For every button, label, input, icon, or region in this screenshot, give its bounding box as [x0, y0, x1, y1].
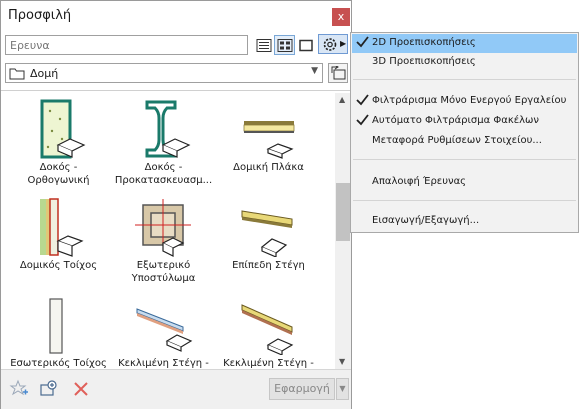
item-label: Επίπεδη Στέγη	[232, 260, 305, 271]
item-label: Δοκός - Ορθογωνική	[27, 162, 90, 186]
item-label: Δομικός Τοίχος	[19, 260, 98, 271]
scroll-down-icon[interactable]: ▼	[339, 357, 345, 366]
favorites-panel: Προσφιλή x Δομή ▼	[0, 0, 352, 409]
list-view-button[interactable]	[253, 35, 274, 55]
folder-select[interactable]: Δομή ▼	[5, 63, 323, 83]
menu-item-label: 2D Προεπισκοπήσεις	[372, 37, 476, 48]
folder-label: Δομή	[30, 67, 59, 80]
favorite-item[interactable]: Εξωτερικό Υποστύλωμα	[111, 191, 216, 289]
search-input[interactable]	[5, 35, 248, 55]
folder-up-button[interactable]	[328, 63, 348, 83]
menu-item-3d-previews[interactable]: 3D Προεπισκοπήσεις	[352, 53, 577, 72]
sloped-roof-tile-icon	[241, 304, 294, 355]
menu-item-auto-filter-folders[interactable]: Αυτόματο Φιλτράρισμα Φακέλων	[352, 112, 577, 131]
apply-dropdown-icon[interactable]: ▼	[336, 378, 349, 400]
structural-slab-icon	[243, 121, 295, 159]
menu-separator	[353, 200, 576, 201]
settings-menu-button[interactable]: ▶	[318, 34, 348, 54]
new-folder-icon[interactable]	[39, 379, 59, 399]
favorite-item[interactable]: Κεκλιμένη Στέγη - Μεταλλική	[111, 289, 216, 369]
checkmark-icon	[356, 94, 369, 106]
preview-view-button[interactable]	[295, 35, 316, 55]
apply-button[interactable]: Εφαρμογή	[269, 378, 335, 400]
item-label: Κεκλιμένη Στέγη - Πλακίδια	[223, 358, 314, 369]
favorite-item[interactable]: Δοκός - Ορθογωνική	[6, 93, 111, 191]
caret-right-icon: ▶	[340, 39, 347, 48]
bottom-toolbar: Εφαρμογή ▼	[1, 369, 351, 409]
checkmark-icon	[356, 36, 369, 48]
favorite-item[interactable]: Κεκλιμένη Στέγη - Πλακίδια	[216, 289, 321, 369]
menu-item-label: Αυτόματο Φιλτράρισμα Φακέλων	[372, 115, 540, 126]
menu-item-label: Μεταφορά Ρυθμίσεων Στοιχείου...	[372, 135, 542, 146]
title-bar[interactable]: Προσφιλή x	[1, 1, 351, 31]
item-label: Δομική Πλάκα	[233, 162, 304, 173]
flat-roof-icon	[241, 210, 293, 257]
item-label: Εξωτερικό Υποστύλωμα	[131, 260, 196, 284]
scroll-thumb[interactable]	[336, 183, 350, 241]
menu-separator	[353, 159, 576, 160]
menu-item-label: Απαλοιφή Έρευνας	[372, 176, 467, 187]
close-button[interactable]: x	[332, 8, 350, 26]
interior-wall-icon	[49, 298, 63, 354]
structural-wall-icon	[40, 198, 84, 257]
toolbar-divider	[1, 90, 351, 91]
favorite-item[interactable]: Δομικός Τοίχος	[6, 191, 111, 289]
gear-icon	[323, 38, 337, 51]
favorites-grid: Δοκός - Ορθογωνική Δοκός - Προκατασκευασ…	[1, 93, 334, 369]
settings-menu: 2D Προεπισκοπήσεις 3D Προεπισκοπήσεις Φι…	[350, 32, 579, 233]
menu-item-label: Φιλτράρισμα Μόνο Ενεργού Εργαλείου	[372, 95, 567, 106]
menu-item-label: Εισαγωγή/Εξαγωγή...	[372, 215, 480, 226]
list-view-icon	[256, 39, 272, 52]
rectangular-beam-icon	[40, 99, 86, 159]
folder-up-icon	[331, 66, 346, 80]
item-label: Εσωτερικός Τοίχος Γυψοσανίδας	[10, 358, 107, 369]
i-beam-icon	[145, 100, 191, 158]
sloped-roof-metal-icon	[136, 308, 193, 352]
scroll-up-icon[interactable]: ▲	[339, 95, 345, 104]
checkmark-icon	[356, 114, 369, 126]
chevron-down-icon: ▼	[311, 66, 318, 76]
preview-view-icon	[299, 39, 313, 52]
panel-title: Προσφιλή	[8, 8, 72, 23]
menu-item-clear-search[interactable]: Απαλοιφή Έρευνας	[352, 173, 577, 192]
menu-item-label: 3D Προεπισκοπήσεις	[372, 56, 476, 67]
menu-item-transfer-settings[interactable]: Μεταφορά Ρυθμίσεων Στοιχείου...	[352, 132, 577, 151]
favorite-item[interactable]: Εσωτερικός Τοίχος Γυψοσανίδας	[6, 289, 111, 369]
add-favorite-icon[interactable]	[9, 379, 29, 399]
menu-item-2d-previews[interactable]: 2D Προεπισκοπήσεις	[352, 34, 577, 53]
favorite-item[interactable]: Δομική Πλάκα	[216, 93, 321, 191]
item-label: Δοκός - Προκατασκευασμ...	[114, 162, 213, 186]
folder-icon	[9, 68, 25, 80]
item-label: Κεκλιμένη Στέγη - Μεταλλική	[118, 358, 209, 369]
grid-view-button[interactable]	[274, 35, 295, 55]
favorite-item[interactable]: Επίπεδη Στέγη	[216, 191, 321, 289]
menu-separator	[353, 79, 576, 80]
grid-view-icon	[277, 39, 293, 52]
vertical-scrollbar[interactable]: ▲ ▼	[335, 93, 351, 369]
menu-item-import-export[interactable]: Εισαγωγή/Εξαγωγή...	[352, 212, 577, 231]
menu-item-filter-active-tool[interactable]: Φιλτράρισμα Μόνο Ενεργού Εργαλείου	[352, 92, 577, 111]
column-icon	[135, 199, 191, 257]
favorite-item[interactable]: Δοκός - Προκατασκευασμ...	[111, 93, 216, 191]
delete-icon[interactable]	[71, 379, 91, 399]
